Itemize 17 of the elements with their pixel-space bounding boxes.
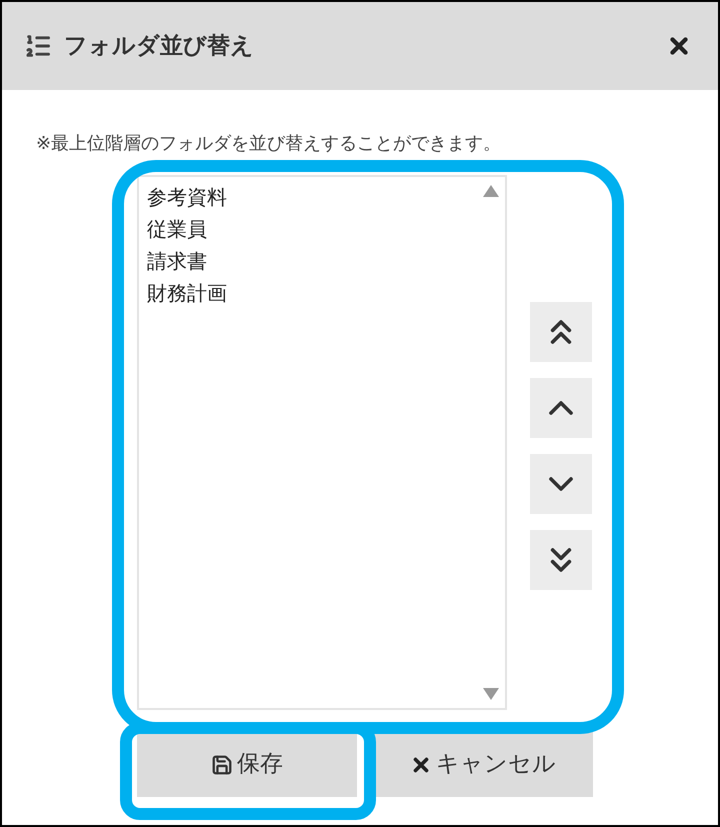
save-button[interactable]: 保存 — [137, 732, 357, 797]
numbered-list-icon — [24, 32, 52, 60]
instruction-text: ※最上位階層のフォルダを並び替えすることができます。 — [36, 132, 502, 156]
move-button[interactable] — [530, 530, 592, 590]
scroll-down-arrow-icon — [483, 688, 499, 700]
folder-item[interactable]: 参考資料 — [147, 181, 505, 213]
move-button[interactable] — [530, 454, 592, 514]
save-icon — [211, 754, 233, 776]
dialog-title: フォルダ並び替え — [64, 32, 255, 61]
cancel-button[interactable]: キャンセル — [373, 732, 593, 797]
folder-item[interactable]: 請求書 — [147, 245, 505, 277]
folder-listbox[interactable]: 参考資料 従業員 請求書 財務計画 — [137, 175, 507, 710]
folder-item[interactable]: 従業員 — [147, 213, 505, 245]
scroll-up-arrow-icon — [483, 185, 499, 197]
folder-item[interactable]: 財務計画 — [147, 277, 505, 309]
move-button[interactable] — [530, 302, 592, 362]
move-button[interactable] — [530, 378, 592, 438]
